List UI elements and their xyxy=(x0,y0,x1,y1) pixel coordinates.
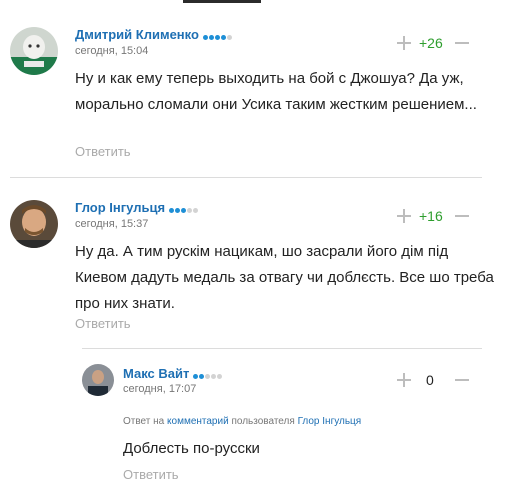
active-tab-indicator xyxy=(183,0,261,3)
reply-to-middle: пользователя xyxy=(231,416,295,427)
avatar[interactable] xyxy=(82,364,114,396)
reply-to-info: Ответ на комментарий пользователя Глор І… xyxy=(123,416,361,427)
comment-divider xyxy=(82,348,482,349)
comment-text: Ну да. А тим рускім нацикам, шо засрали … xyxy=(75,243,494,312)
avatar[interactable] xyxy=(10,200,58,248)
reply-button[interactable]: Ответить xyxy=(75,144,131,159)
minus-icon[interactable] xyxy=(455,209,469,223)
comment-text: Ну и как ему теперь выходить на бой с Дж… xyxy=(75,70,477,113)
plus-icon[interactable] xyxy=(397,36,411,50)
comment-score: +16 xyxy=(419,208,443,224)
comment-score: 0 xyxy=(426,372,434,388)
comment-author[interactable]: Дмитрий Клименко xyxy=(75,27,233,43)
minus-icon[interactable] xyxy=(455,36,469,50)
comment-time: сегодня, 15:04 xyxy=(75,45,149,57)
author-link[interactable]: Глор Інгульця xyxy=(75,200,165,215)
reply-to-user-link[interactable]: Глор Інгульця xyxy=(298,416,362,427)
reply-to-prefix: Ответ на xyxy=(123,416,165,427)
plus-icon[interactable] xyxy=(397,373,411,387)
comment-divider xyxy=(10,177,482,178)
comment-text: Доблесть по-русски xyxy=(123,440,260,457)
reply-button[interactable]: Ответить xyxy=(75,316,131,331)
plus-icon[interactable] xyxy=(397,209,411,223)
comment-time: сегодня, 15:37 xyxy=(75,218,149,230)
author-link[interactable]: Дмитрий Клименко xyxy=(75,27,199,42)
comment-author[interactable]: Макс Вайт xyxy=(123,366,223,382)
rating-dots xyxy=(202,28,233,43)
minus-icon[interactable] xyxy=(455,373,469,387)
comment-score: +26 xyxy=(419,35,443,51)
comment-time: сегодня, 17:07 xyxy=(123,383,197,395)
rating-dots xyxy=(169,201,199,216)
avatar[interactable] xyxy=(10,27,58,75)
reply-button[interactable]: Ответить xyxy=(123,467,179,482)
rating-dots xyxy=(193,367,223,382)
reply-to-comment-link[interactable]: комментарий xyxy=(167,416,229,427)
author-link[interactable]: Макс Вайт xyxy=(123,366,189,381)
comment-author[interactable]: Глор Інгульця xyxy=(75,200,199,216)
